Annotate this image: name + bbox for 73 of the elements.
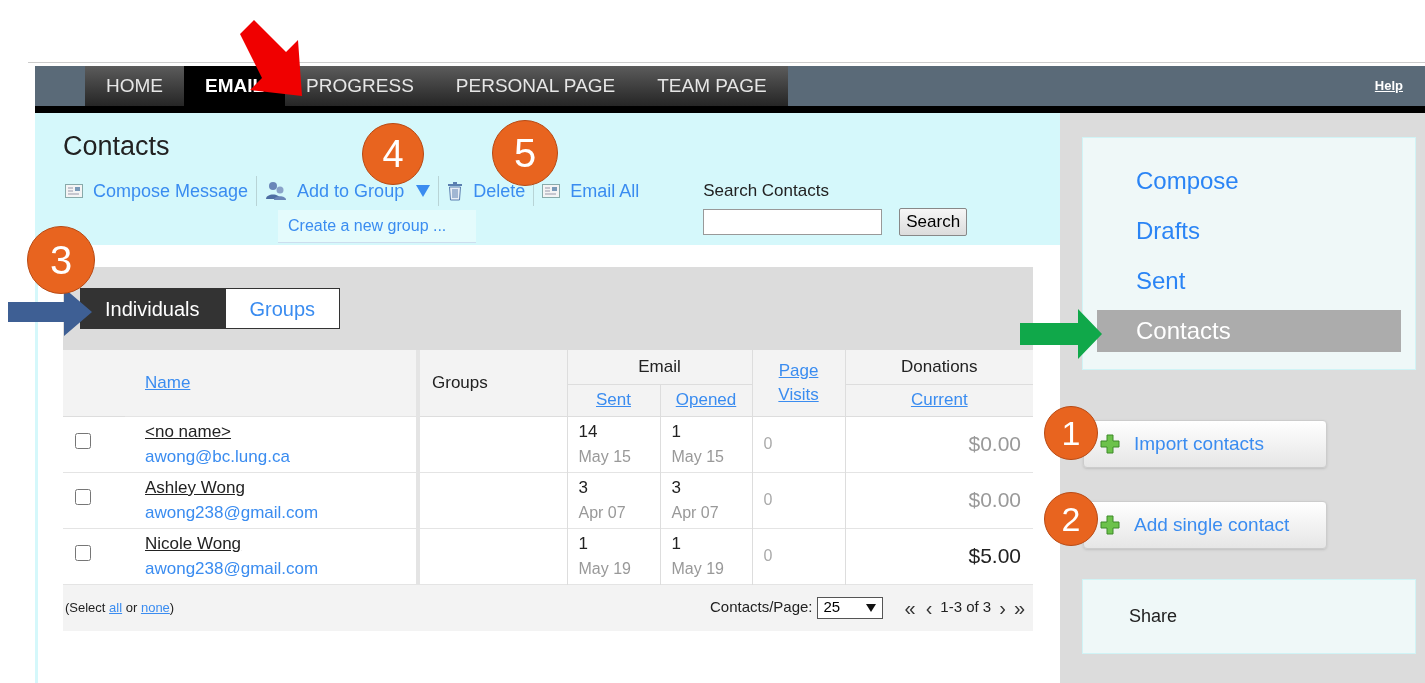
first-page-link[interactable]: « <box>904 592 916 623</box>
last-page-link[interactable]: » <box>1013 592 1025 623</box>
table-cell-text: Apr 07 <box>578 502 627 523</box>
nav-tab[interactable]: PROGRESS <box>285 66 435 106</box>
previous-page-link[interactable]: ‹ <box>925 592 933 623</box>
table-cell-text: May 19 <box>578 558 632 579</box>
table-cell: $5.00 <box>968 544 1021 568</box>
contact-name-link[interactable]: Ashley Wong <box>145 474 245 500</box>
column-header-link[interactable]: Page Visits <box>773 358 824 407</box>
help-link[interactable]: Help <box>1374 76 1403 96</box>
sidebar-button[interactable]: Add single contact <box>1083 501 1327 549</box>
table-cell-text: 1 <box>671 533 682 556</box>
plus-icon <box>1100 434 1120 454</box>
contact-name-link[interactable]: Nicole Wong <box>145 530 242 556</box>
people-icon <box>265 181 288 201</box>
column-header: Groups <box>418 350 567 416</box>
page-range: 1-3 of 3 <box>940 597 992 618</box>
table-cell-text: 1 <box>671 421 682 444</box>
contact-email-link[interactable]: awong@bc.lung.ca <box>145 444 290 470</box>
table-cell-text: 3 <box>578 477 589 500</box>
table-cell-text: 3 <box>671 477 682 500</box>
sidebar-item[interactable]: Contacts <box>1097 310 1401 352</box>
nav-tab[interactable]: TEAM PAGE <box>636 66 788 106</box>
select-text: (Select all or none) <box>65 598 175 617</box>
table-cell-text: May 15 <box>578 446 632 467</box>
arrow-icon <box>1020 309 1102 359</box>
select-all-link[interactable]: all <box>109 599 123 615</box>
table-cell-text: 1 <box>578 533 589 556</box>
caret-icon <box>865 603 876 612</box>
envelope-icon <box>542 184 561 198</box>
table-cell-text: Apr 07 <box>671 502 720 523</box>
nav-tab[interactable]: HOME <box>85 66 184 106</box>
column-header-link[interactable]: Opened <box>675 390 737 410</box>
contact-name-link[interactable]: <no name> <box>145 418 231 444</box>
column-header-link[interactable]: Sent <box>596 390 631 410</box>
table-cell-text: 14 <box>578 421 599 444</box>
menu-item[interactable]: Create a new group ... <box>278 214 476 238</box>
plus-icon <box>1100 515 1120 535</box>
search-field[interactable] <box>703 208 883 235</box>
column-header: Donations <box>845 350 1033 384</box>
table-cell: $0.00 <box>968 432 1021 456</box>
page-title: Contacts <box>63 133 170 160</box>
search-label: Search Contacts <box>703 180 830 202</box>
column-header-link[interactable]: Name <box>145 373 191 392</box>
row-checkbox[interactable] <box>75 545 91 562</box>
sidebar-button[interactable]: Import contacts <box>1083 420 1327 468</box>
next-page-link[interactable]: › <box>999 592 1006 623</box>
trash-icon <box>447 181 464 201</box>
table-cell-text: May 15 <box>671 446 725 467</box>
search-button[interactable]: Search <box>899 207 968 236</box>
sidebar-item[interactable]: Sent <box>1097 260 1401 302</box>
row-checkbox[interactable] <box>75 433 91 450</box>
table-cell: $0.00 <box>968 488 1021 512</box>
view-tab[interactable]: Groups <box>224 288 341 329</box>
per-page-label: Contacts/Page: <box>709 597 813 618</box>
table-cell-text: May 19 <box>671 558 725 579</box>
column-header-link[interactable]: Current <box>910 390 968 410</box>
sidebar-item[interactable]: Compose <box>1097 160 1401 202</box>
row-checkbox[interactable] <box>75 489 91 506</box>
nav-tab[interactable]: PERSONAL PAGE <box>434 66 637 106</box>
per-page-select[interactable]: 25 <box>816 596 883 619</box>
table-cell: 0 <box>763 547 773 565</box>
envelope-icon <box>65 184 83 198</box>
sidebar-item[interactable]: Drafts <box>1097 210 1401 252</box>
column-header: Email <box>567 350 752 384</box>
contact-email-link[interactable]: awong238@gmail.com <box>145 500 319 526</box>
table-cell: 0 <box>763 491 773 509</box>
view-tab[interactable]: Individuals <box>80 288 225 329</box>
select-none-link[interactable]: none <box>140 599 170 615</box>
contact-email-link[interactable]: awong238@gmail.com <box>145 556 319 582</box>
table-cell: 0 <box>763 435 773 453</box>
share-label: Share <box>1129 605 1178 628</box>
toolbar-link[interactable]: Compose Message <box>63 177 251 205</box>
